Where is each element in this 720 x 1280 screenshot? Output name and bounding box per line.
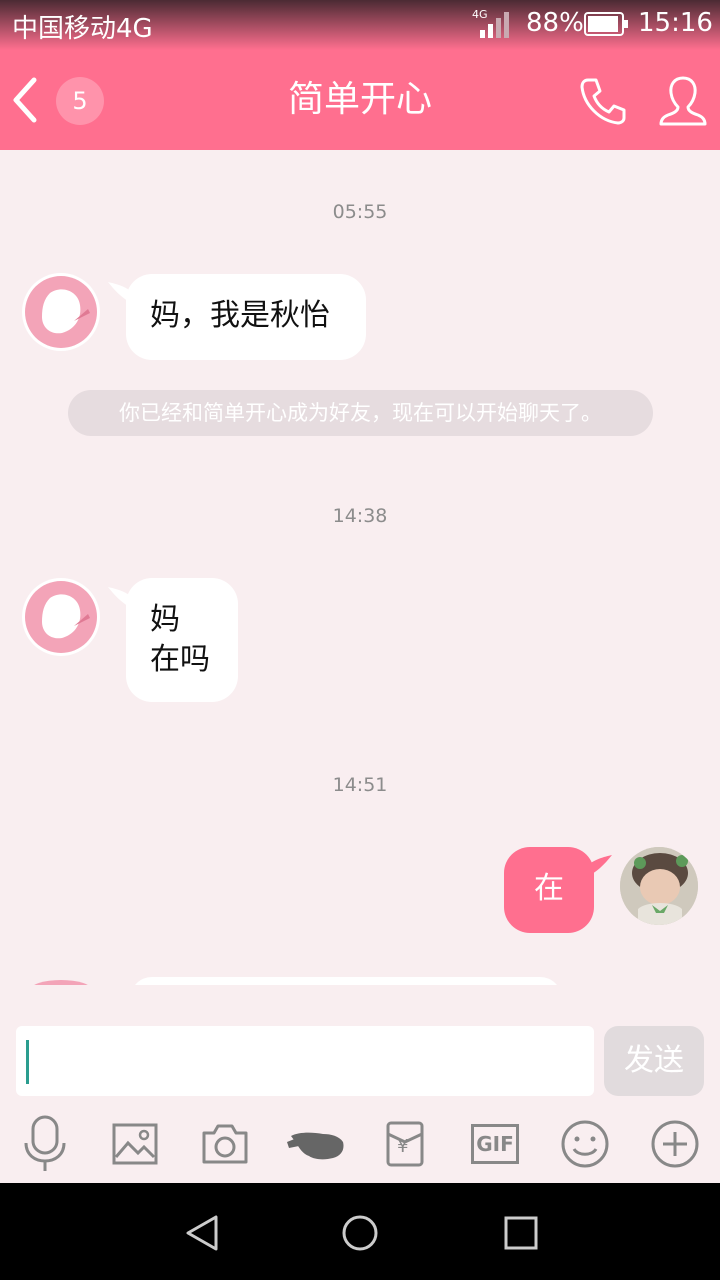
microphone-icon[interactable] <box>13 1112 77 1176</box>
contact-avatar-partial <box>30 980 92 985</box>
incoming-message-bubble-partial <box>130 977 562 985</box>
phone-call-icon[interactable] <box>578 76 628 126</box>
clock: 15:16 <box>638 8 713 38</box>
battery-icon <box>584 12 628 36</box>
text-cursor <box>26 1040 29 1084</box>
gif-icon[interactable]: GIF <box>463 1112 527 1176</box>
red-packet-icon[interactable]: ¥ <box>373 1112 437 1176</box>
status-bar: 中国移动4G 4G 88% 15:16 <box>0 0 720 50</box>
incoming-message-bubble[interactable]: 妈，我是秋怡 <box>126 274 366 360</box>
system-navigation-bar <box>0 1183 720 1280</box>
signal-icon <box>480 12 509 38</box>
message-line: 妈 <box>150 602 180 637</box>
nav-home-icon[interactable] <box>340 1213 380 1253</box>
profile-icon[interactable] <box>658 74 708 128</box>
emoji-icon[interactable] <box>553 1112 617 1176</box>
message-line: 在吗 <box>150 642 210 677</box>
contact-avatar[interactable] <box>22 273 100 351</box>
incoming-message-bubble[interactable]: 妈 在吗 <box>126 578 238 702</box>
timestamp: 14:51 <box>332 774 388 796</box>
back-arrow-icon[interactable] <box>10 76 40 124</box>
carrier-label: 中国移动4G <box>12 14 153 44</box>
outgoing-message-bubble[interactable]: 在 <box>504 847 594 933</box>
poke-hand-icon[interactable] <box>283 1112 347 1176</box>
nav-back-icon[interactable] <box>182 1213 222 1253</box>
system-notice: 你已经和简单开心成为好友，现在可以开始聊天了。 <box>68 390 653 436</box>
timestamp: 05:55 <box>332 201 388 223</box>
message-list[interactable]: 05:55 妈，我是秋怡 你已经和简单开心成为好友，现在可以开始聊天了。 14:… <box>0 150 720 985</box>
message-input-box[interactable] <box>16 1026 594 1096</box>
bubble-tail <box>586 855 612 877</box>
image-icon[interactable] <box>103 1112 167 1176</box>
camera-icon[interactable] <box>193 1112 257 1176</box>
plus-icon[interactable] <box>643 1112 707 1176</box>
timestamp: 14:38 <box>332 505 388 527</box>
chat-header: 5 简单开心 <box>0 50 720 150</box>
my-avatar[interactable] <box>620 847 698 925</box>
unread-count-badge[interactable]: 5 <box>56 77 104 125</box>
battery-percent: 88% <box>526 8 584 38</box>
contact-avatar[interactable] <box>22 578 100 656</box>
send-button[interactable]: 发送 <box>604 1026 704 1096</box>
nav-recents-icon[interactable] <box>502 1214 540 1252</box>
